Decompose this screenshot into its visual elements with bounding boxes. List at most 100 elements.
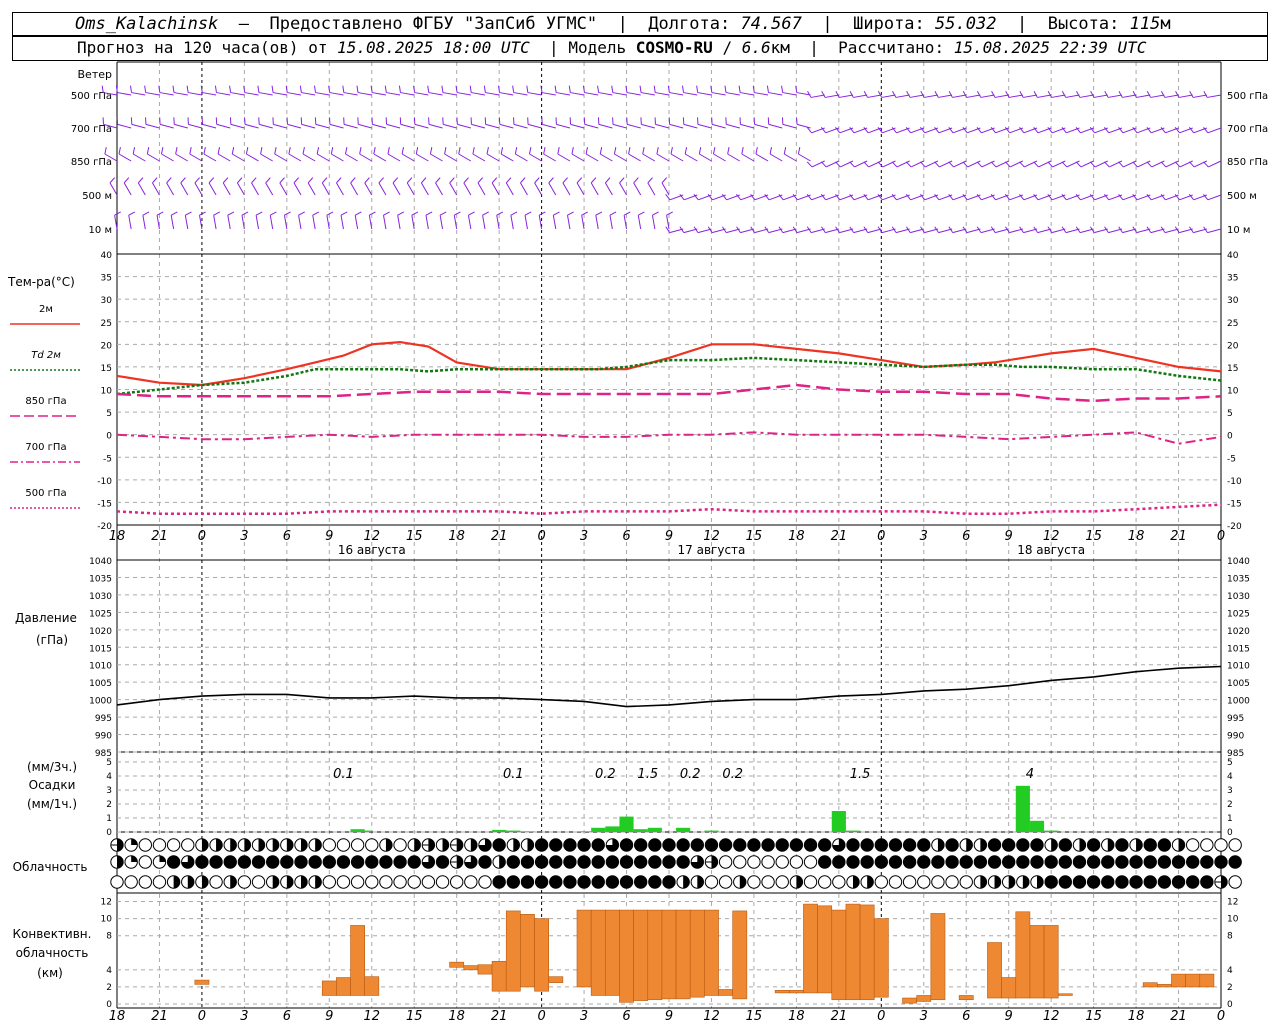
conv-tick-label-right: 10 xyxy=(1227,915,1239,925)
wind-barb xyxy=(598,92,613,96)
wind-barb xyxy=(259,123,273,129)
x-tick-label: 15 xyxy=(1085,529,1102,544)
x-tick-label: 12 xyxy=(703,529,720,544)
wind-barb xyxy=(741,153,755,162)
wind-barb-feather xyxy=(682,85,685,93)
wind-barb xyxy=(966,228,981,234)
wind-barb-feather xyxy=(435,177,441,184)
wind-barb xyxy=(824,94,839,98)
wind-barb xyxy=(697,92,712,96)
pressure-tick-label-right: 1015 xyxy=(1227,644,1250,654)
cloud-octa-circle xyxy=(407,875,421,889)
wind-barb xyxy=(1037,228,1052,234)
wind-barb xyxy=(343,92,358,96)
precip-tick-label: 5 xyxy=(106,758,112,768)
cloud-octa-circle xyxy=(860,838,874,852)
conv-bar xyxy=(916,995,932,1002)
cloud-octa-symbol xyxy=(761,855,775,869)
cloud-octa-symbol xyxy=(648,875,662,889)
temp-tick-label: 40 xyxy=(101,251,113,261)
wind-barb xyxy=(661,182,670,196)
x-tick-label-bottom: 6 xyxy=(622,1009,630,1024)
wind-barb-feather xyxy=(132,147,136,155)
pressure-tick-label: 1040 xyxy=(89,557,112,567)
wind-barb xyxy=(499,92,514,96)
cloud-octa-circle xyxy=(1001,855,1016,869)
cloud-octa-fill xyxy=(683,875,690,889)
cloud-octa-circle xyxy=(365,875,379,889)
wind-barb-feather xyxy=(1118,91,1123,98)
wind-barb xyxy=(471,123,486,129)
wind-barb xyxy=(796,228,811,234)
wind-barb-feather xyxy=(186,85,189,93)
wind-barb xyxy=(966,94,981,98)
conv-bar xyxy=(1015,911,1031,999)
precip-3h-label: 1.5 xyxy=(850,767,871,782)
wind-barb-feather xyxy=(514,147,518,155)
cloud-octa-symbol xyxy=(181,875,195,889)
wind-barb xyxy=(510,215,514,230)
cloud-octa-symbol xyxy=(223,838,237,852)
temp-tick-label: 10 xyxy=(101,387,113,397)
wind-barb-feather xyxy=(427,85,430,93)
cloud-octa-circle xyxy=(549,838,563,852)
cloud-octa-symbol xyxy=(846,838,860,852)
cloud-octa-symbol xyxy=(803,855,818,869)
wind-barb-feather xyxy=(411,211,419,216)
wind-barb xyxy=(137,182,146,196)
wind-barb xyxy=(386,92,401,96)
cloud-octa-symbol xyxy=(733,875,747,889)
wind-barb-feather xyxy=(628,147,631,155)
cloud-octa-symbol xyxy=(605,855,620,869)
wind-barb-feather xyxy=(257,85,260,93)
conv-bar xyxy=(364,976,380,996)
wind-barb-feather xyxy=(666,211,673,216)
wind-barb xyxy=(131,123,146,129)
wind-barb xyxy=(216,123,231,129)
wind-barb-feather xyxy=(849,161,855,168)
conv-bar xyxy=(491,961,507,992)
precip-bar xyxy=(647,827,662,832)
wind-barb xyxy=(1164,94,1179,98)
wind-barb-feather xyxy=(1076,91,1081,98)
cloud-octa-symbol xyxy=(888,838,903,852)
wind-barb-feather xyxy=(340,211,348,216)
cloud-octa-symbol xyxy=(662,838,676,852)
temp-tick-label-right: 20 xyxy=(1227,341,1239,351)
wind-barb-feather xyxy=(137,177,144,184)
cloud-octa-symbol xyxy=(1157,855,1172,869)
wind-barb-feather xyxy=(605,177,611,184)
cloud-octa-symbol xyxy=(308,855,322,869)
cloud-octa-symbol xyxy=(138,838,153,852)
wind-barb xyxy=(541,92,556,96)
wind-barb xyxy=(1208,160,1222,168)
wind-barb xyxy=(566,215,571,230)
cloud-octa-circle xyxy=(237,855,252,869)
wind-barb-feather xyxy=(274,147,277,155)
cloud-octa-symbol xyxy=(365,875,379,889)
precip-bar xyxy=(506,830,521,832)
cloud-octa-symbol xyxy=(761,838,775,852)
wind-barb xyxy=(180,182,189,196)
cloud-octa-symbol xyxy=(407,838,421,852)
temp-tick-label-right: 15 xyxy=(1227,364,1238,374)
conv-bar xyxy=(590,909,606,996)
wind-barb xyxy=(329,123,344,129)
x-tick-label: 0 xyxy=(537,529,545,544)
cloud-octa-circle xyxy=(1086,855,1101,869)
cloud-octa-symbol xyxy=(747,875,761,889)
pressure-tick-label-right: 1005 xyxy=(1227,679,1250,689)
cloud-octa-circle xyxy=(761,855,775,869)
conv-bar xyxy=(576,909,592,988)
cloud-octa-symbol xyxy=(633,838,648,852)
wind-barb-feather xyxy=(293,177,300,184)
wind-barb-feather xyxy=(934,161,940,168)
pressure-tick-label-right: 995 xyxy=(1227,714,1244,724)
wind-barb xyxy=(683,123,698,129)
cloud-octa-symbol xyxy=(591,838,605,852)
wind-barb xyxy=(585,153,599,162)
cloud-octa-symbol xyxy=(888,875,903,889)
wind-barb xyxy=(683,228,698,234)
cloud-octa-circle xyxy=(662,838,676,852)
cloud-octa-symbol xyxy=(449,855,464,869)
